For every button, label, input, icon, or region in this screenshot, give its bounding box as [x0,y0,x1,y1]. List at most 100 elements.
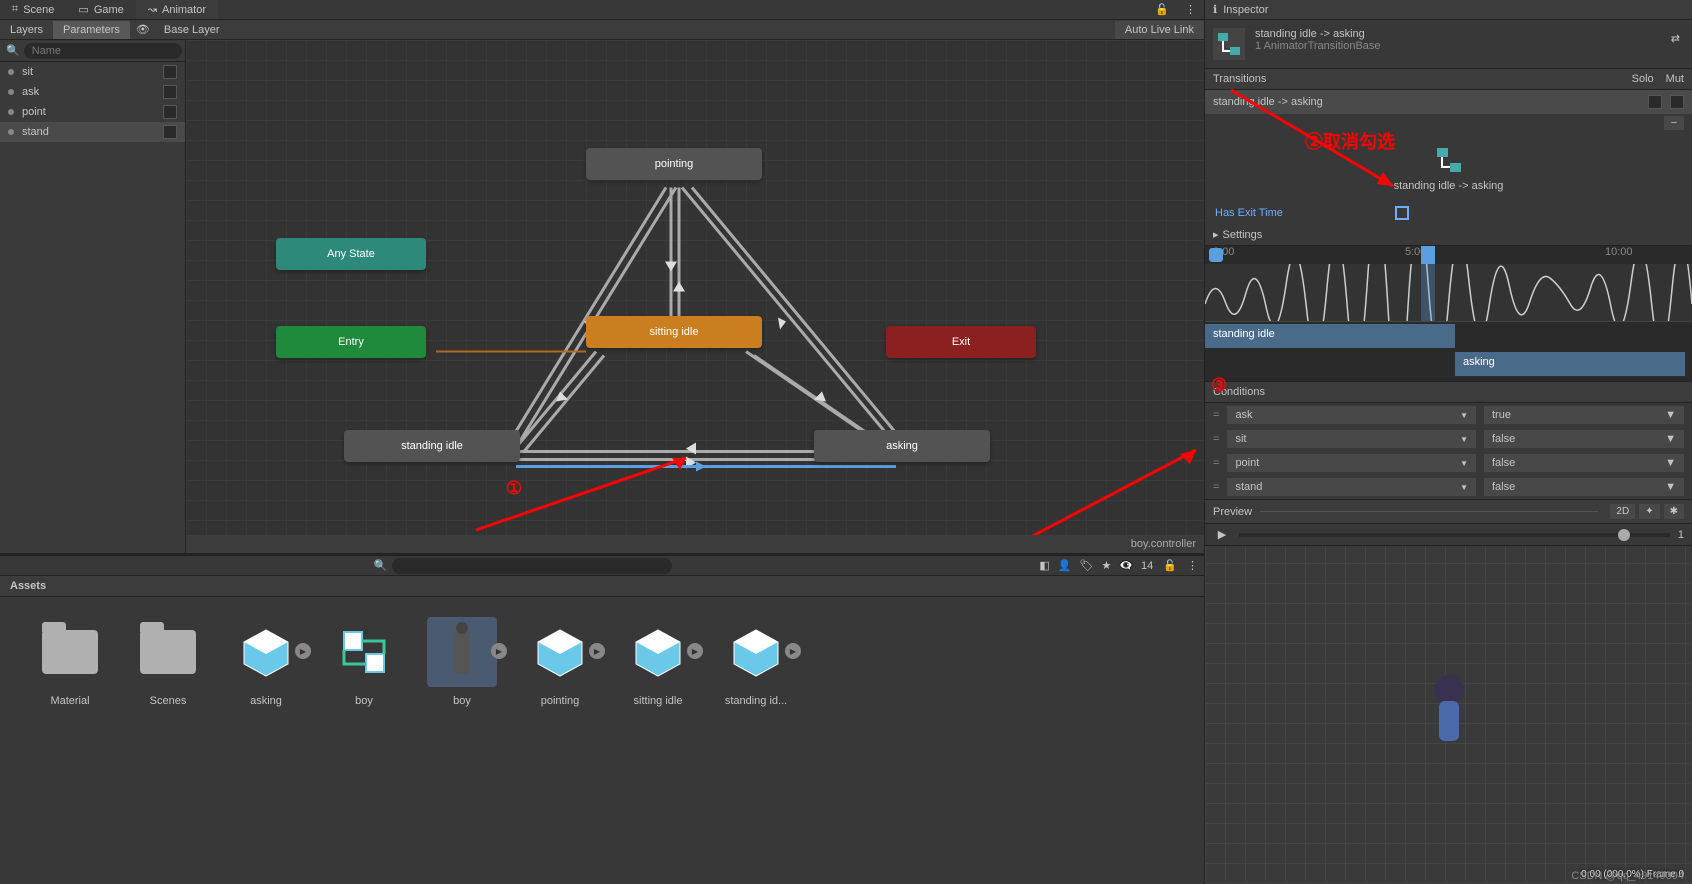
condition-param-dropdown[interactable]: stand▼ [1227,478,1476,496]
preview-pivot-btn[interactable]: ✦ [1639,504,1659,519]
asset-anim[interactable]: ▶standing id... [716,617,796,707]
condition-param-dropdown[interactable]: point▼ [1227,454,1476,472]
filter-icon[interactable]: ◧ [1039,559,1049,572]
conditions-header: Conditions [1205,381,1692,403]
auto-live-link-btn[interactable]: Auto Live Link [1115,21,1204,39]
search-icon: 🔍 [6,44,20,57]
param-search-input[interactable] [24,43,182,59]
preset-icon[interactable]: ⇄ [1667,28,1684,49]
inspector-title: Inspector [1223,4,1268,16]
lock-icon[interactable]: 🔓 [1147,0,1177,19]
menu-icon[interactable]: ⋮ [1177,0,1204,19]
node-exit[interactable]: Exit [886,326,1036,358]
transition-icon [1435,146,1463,174]
preview-slider[interactable] [1239,533,1670,537]
chevron-right-icon: ▸ [1213,228,1219,241]
preview-2d-btn[interactable]: 2D [1610,504,1635,519]
star-icon[interactable]: ★ [1101,559,1111,572]
game-icon: ▭ [78,3,88,16]
node-sitting-idle[interactable]: sitting idle [586,316,762,348]
node-pointing[interactable]: pointing [586,148,762,180]
animator-panel: Layers Parameters 👁 Base Layer Auto Live… [0,20,1204,553]
blend-area[interactable]: standing idle asking [1205,321,1692,381]
param-row[interactable]: point [0,102,185,122]
param-row[interactable]: sit [0,62,185,82]
asset-anim[interactable]: ▶asking [226,617,306,707]
condition-row: =sit▼false▼ [1205,427,1692,451]
parameters-panel: 🔍 +▾ sit ask point stand [0,40,186,553]
lock-icon[interactable]: 🔓 [1153,559,1187,572]
tab-game[interactable]: ▭Game [66,0,135,19]
project-panel: 🔍 ◧ 👤 🏷 ★ 👁‍🗨 14 🔓 ⋮ Assets Material Sce… [0,553,1204,884]
preview-ik-btn[interactable]: ✱ [1664,504,1684,519]
play-icon: ▶ [687,643,703,659]
label-icon[interactable]: 🏷 [1080,559,1094,572]
node-any-state[interactable]: Any State [276,238,426,270]
timeline-play-head[interactable] [1421,246,1435,264]
inspector-panel: ℹ Inspector standing idle -> asking 1 An… [1204,0,1692,884]
transition-detail-name: standing idle -> asking [1213,180,1684,192]
tab-animator[interactable]: ↝Animator [136,0,218,19]
blend-dst-bar[interactable]: asking [1455,352,1685,376]
transition-timeline[interactable]: 0:00 5:00 10:00 [1205,245,1692,321]
play-icon: ▶ [589,643,605,659]
assets-grid: Material Scenes ▶asking boy ▶boy ▶pointi… [0,597,1204,884]
preview-character [1429,675,1469,755]
param-row[interactable]: ask [0,82,185,102]
asset-anim[interactable]: ▶sitting idle [618,617,698,707]
blend-src-bar[interactable]: standing idle [1205,324,1455,348]
condition-value-dropdown[interactable]: false▼ [1484,430,1684,448]
condition-row: =ask▼true▼ [1205,403,1692,427]
play-icon: ▶ [491,643,507,659]
condition-param-dropdown[interactable]: sit▼ [1227,430,1476,448]
has-exit-time-checkbox[interactable] [1395,206,1409,220]
annotation-3: ③ [1211,375,1227,396]
solo-checkbox[interactable] [1648,95,1662,109]
asset-folder[interactable]: Scenes [128,617,208,707]
preview-play-btn[interactable]: ▶ [1213,528,1231,542]
has-exit-time-row: Has Exit Time [1205,202,1692,224]
menu-icon[interactable]: ⋮ [1187,559,1198,572]
condition-value-dropdown[interactable]: false▼ [1484,478,1684,496]
condition-param-dropdown[interactable]: ask▼ [1227,406,1476,424]
tab-scene[interactable]: ⌗Scene [0,0,66,19]
param-checkbox[interactable] [163,105,177,119]
param-checkbox[interactable] [163,85,177,99]
condition-value-dropdown[interactable]: true▼ [1484,406,1684,424]
remove-transition-btn[interactable]: − [1664,116,1684,130]
breadcrumb[interactable]: Base Layer [156,21,228,39]
condition-value-dropdown[interactable]: false▼ [1484,454,1684,472]
param-checkbox[interactable] [163,125,177,139]
parameters-btn[interactable]: Parameters [53,21,130,39]
animator-graph[interactable]: pointing sitting idle standing idle aski… [186,40,1204,553]
-transition-row[interactable]: standing idle -> asking [1205,90,1692,114]
settings-foldout[interactable]: ▸Settings [1205,224,1692,245]
project-search-input[interactable] [392,558,672,574]
hidden-icon[interactable]: 👁‍🗨 [1119,559,1133,572]
transition-icon [1213,28,1245,60]
preview-viewport[interactable]: 0:00 (000.0%) Frame 0 CSDN @qq_49149394 [1205,546,1692,884]
transition-type: 1 AnimatorTransitionBase [1255,40,1381,52]
preview-label: Preview [1213,506,1252,518]
condition-row: =stand▼false▼ [1205,475,1692,499]
asset-prefab[interactable]: ▶boy [422,617,502,707]
info-icon: ℹ [1213,3,1217,16]
node-entry[interactable]: Entry [276,326,426,358]
condition-row: =point▼false▼ [1205,451,1692,475]
play-icon: ▶ [785,643,801,659]
mute-checkbox[interactable] [1670,95,1684,109]
asset-folder[interactable]: Material [30,617,110,707]
annotation-1: ① [506,478,522,499]
graph-footer: boy.controller [186,535,1204,553]
param-checkbox[interactable] [163,65,177,79]
asset-anim[interactable]: ▶pointing [520,617,600,707]
timeline-start-marker[interactable] [1209,248,1223,262]
assets-header[interactable]: Assets [0,576,1204,597]
node-asking[interactable]: asking [814,430,990,462]
node-standing-idle[interactable]: standing idle [344,430,520,462]
layers-btn[interactable]: Layers [0,21,53,39]
eye-icon[interactable]: 👁 [130,23,156,36]
asset-controller[interactable]: boy [324,617,404,707]
param-row[interactable]: stand [0,122,185,142]
hierarchy-icon[interactable]: 👤 [1058,559,1072,572]
